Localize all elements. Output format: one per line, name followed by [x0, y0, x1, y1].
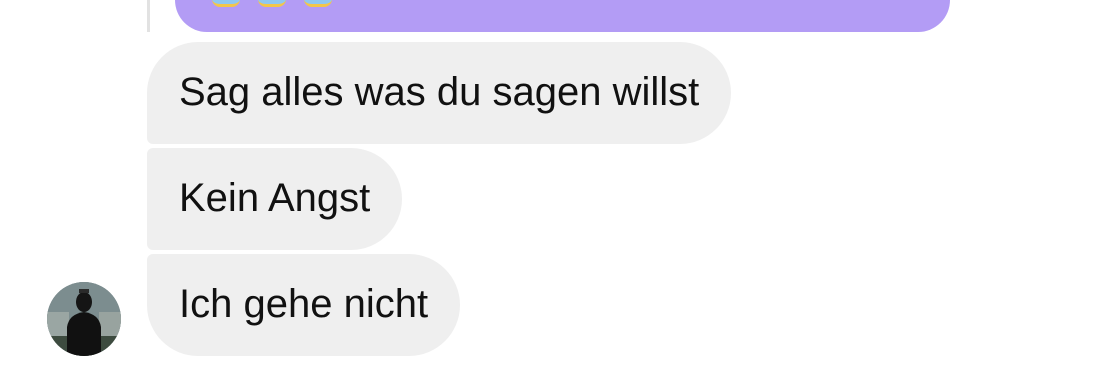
- message-bubble[interactable]: Ich gehe nicht: [147, 254, 461, 356]
- emoji-icon: [258, 0, 286, 7]
- emoji-icon: [212, 0, 240, 7]
- message-text: Kein Angst: [179, 176, 371, 220]
- reply-indicator-line: [147, 0, 150, 32]
- message-bubble[interactable]: Sag alles was du sagen willst: [147, 42, 732, 144]
- message-text: Ich gehe nicht: [179, 282, 429, 326]
- avatar-photo-icon: [47, 282, 121, 356]
- message-text: Sag alles was du sagen willst: [179, 70, 700, 114]
- emoji-icon: [304, 0, 332, 7]
- message-bubble[interactable]: Kein Angst: [147, 148, 403, 250]
- sender-avatar[interactable]: [47, 282, 121, 356]
- quoted-emoji-row: [212, 0, 332, 7]
